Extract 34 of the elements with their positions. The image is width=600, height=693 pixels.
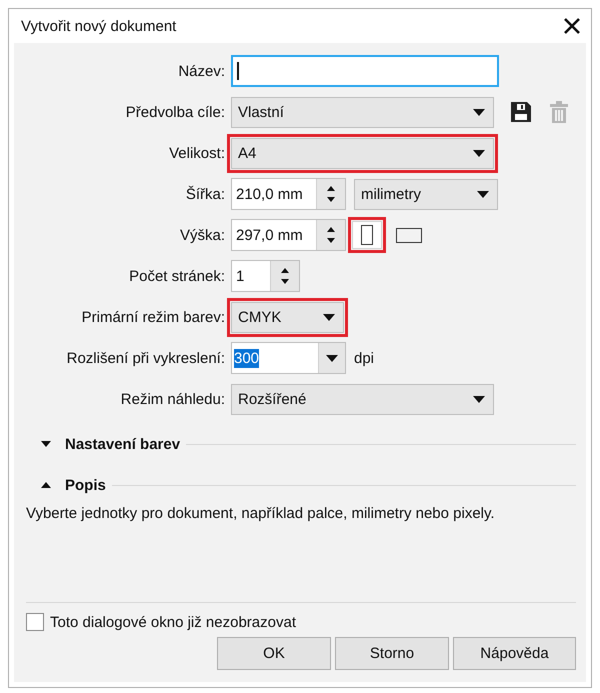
field-label: Rozlišení při vykreslení: bbox=[66, 350, 225, 366]
field-label: Počet stránek: bbox=[128, 268, 225, 284]
field-label: Výška: bbox=[178, 226, 225, 244]
field-label: Název: bbox=[177, 62, 225, 80]
field-label: Velikost: bbox=[168, 144, 225, 162]
portrait-page-icon bbox=[361, 225, 373, 245]
field-label: Šířka: bbox=[184, 186, 225, 202]
dropdown-arrow-icon[interactable] bbox=[473, 108, 485, 116]
description-text: Vyberte jednotky pro dokument, například palce, milimetry nebo pixely. bbox=[26, 505, 496, 522]
field-label: Primární režim barev: bbox=[80, 308, 225, 326]
checkbox[interactable] bbox=[26, 613, 44, 631]
dropdown-arrow-icon[interactable] bbox=[473, 396, 485, 402]
dialog-button[interactable]: Storno bbox=[335, 637, 449, 670]
dialog-button[interactable]: Nápověda bbox=[453, 637, 576, 670]
field-label: Režim náhledu: bbox=[120, 390, 225, 408]
unit-label: dpi bbox=[354, 350, 374, 366]
section-header[interactable]: Nastavení barev bbox=[41, 433, 576, 455]
text-field[interactable] bbox=[231, 55, 499, 87]
dropdown[interactable]: Rozšířené bbox=[231, 384, 494, 414]
section-header[interactable]: Popis bbox=[41, 474, 576, 496]
window-title: Vytvořit nový dokument bbox=[21, 18, 176, 34]
field-label: Předvolba cíle: bbox=[124, 104, 225, 120]
dropdown[interactable]: CMYK bbox=[231, 302, 344, 332]
dropdown[interactable]: milimetry bbox=[354, 178, 498, 210]
dropdown[interactable]: Vlastní bbox=[231, 96, 494, 128]
dialog-button[interactable]: OK bbox=[217, 637, 331, 670]
dropdown-arrow-icon[interactable] bbox=[473, 150, 485, 156]
dropdown-arrow-icon[interactable] bbox=[323, 314, 335, 320]
save-icon[interactable] bbox=[510, 101, 532, 123]
dropdown[interactable]: A4 bbox=[231, 138, 494, 168]
landscape-page-icon bbox=[396, 228, 422, 242]
dropdown-arrow-icon[interactable] bbox=[477, 190, 489, 198]
checkbox-label: Toto dialogové okno již nezobrazovat bbox=[50, 614, 296, 630]
close-icon[interactable] bbox=[563, 17, 581, 35]
